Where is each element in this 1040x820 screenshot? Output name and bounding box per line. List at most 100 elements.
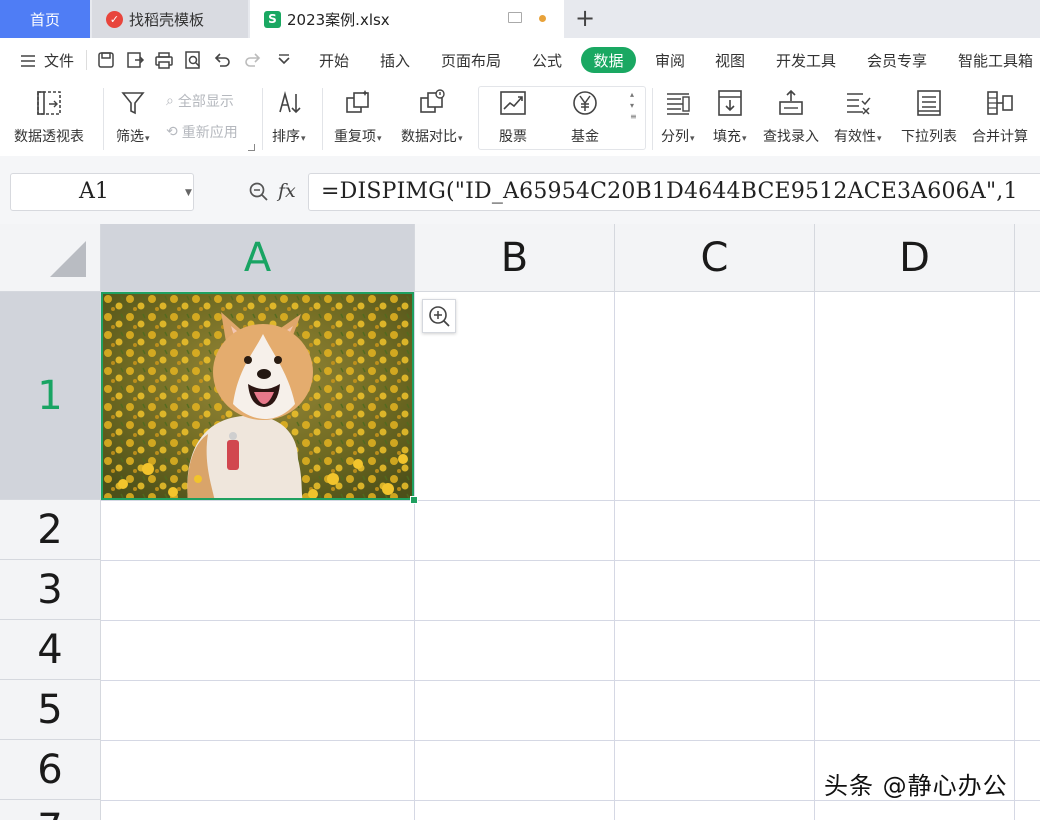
tab-home[interactable]: 首页 (0, 0, 90, 38)
menu-home[interactable]: 开始 (319, 50, 349, 71)
divider (86, 50, 87, 70)
print-preview-icon[interactable] (183, 50, 203, 70)
tab-workbook[interactable]: S 2023案例.xlsx (250, 0, 564, 38)
lookup-entry-label: 查找录入 (763, 129, 819, 145)
column-header-d[interactable]: D (815, 224, 1015, 292)
validity-button[interactable]: 有效性▾ (834, 88, 882, 146)
duplicates-label: 重复项▾ (334, 129, 382, 145)
pivot-table-icon (37, 91, 61, 115)
menu-insert[interactable]: 插入 (380, 50, 410, 71)
undo-icon[interactable] (212, 50, 232, 70)
dropdown-list-icon (917, 90, 941, 116)
select-all-icon (50, 241, 86, 277)
sort-button[interactable]: 排序▾ (272, 88, 306, 146)
sort-icon (278, 91, 301, 114)
filter-label: 筛选▾ (116, 129, 150, 145)
stock-button[interactable]: 股票 (498, 88, 528, 146)
unsaved-dot-icon (539, 15, 546, 22)
pivot-table-button[interactable]: 数据透视表 (14, 88, 84, 146)
cell-a1-image[interactable] (101, 292, 414, 500)
merge-calc-button[interactable]: 合并计算 (972, 88, 1028, 146)
menu-bar: 文件 开始 插入 页面布局 公式 审阅 视图 开发工具 会员专享 智能工具箱 (0, 38, 1040, 82)
print-icon[interactable] (154, 50, 174, 70)
menu-review[interactable]: 审阅 (655, 50, 685, 71)
select-all-corner[interactable] (0, 224, 101, 292)
fill-handle[interactable] (410, 496, 418, 504)
gridline (101, 500, 1040, 501)
gallery-scroll-icons[interactable]: ▴ ▾ ≡ (630, 89, 637, 122)
formula-text: =DISPIMG("ID_A65954C20B1D4644BCE9512ACE3… (321, 179, 1018, 204)
dialog-launcher-icon[interactable] (248, 144, 255, 151)
yen-coin-icon (573, 91, 597, 115)
row-header-7[interactable]: 7 (0, 800, 101, 820)
new-tab-button[interactable]: + (575, 4, 595, 32)
duplicates-button[interactable]: 重复项▾ (334, 88, 382, 146)
tab-template-label: 找稻壳模板 (129, 10, 205, 29)
chevron-down-icon[interactable]: ▼ (185, 188, 192, 198)
ribbon: 数据透视表 筛选▾ ⌕ 全部显示 ⟲ 重新应用 排序▾ 重复项▾ 数据对比▾ 股… (0, 82, 1040, 156)
tab-home-label: 首页 (29, 10, 60, 29)
customize-toolbar-icon[interactable] (274, 50, 294, 70)
fx-icon[interactable]: fx (278, 180, 296, 202)
fill-label: 填充▾ (713, 129, 747, 145)
row-header-5[interactable]: 5 (0, 680, 101, 740)
divider (262, 88, 263, 150)
zoom-in-icon (429, 306, 450, 327)
name-box[interactable]: A1 ▼ (10, 173, 194, 211)
gridline (101, 740, 1040, 741)
menu-member[interactable]: 会员专享 (867, 50, 927, 71)
row-header-2[interactable]: 2 (0, 500, 101, 560)
menu-file[interactable]: 文件 (20, 50, 74, 71)
corgi-photo (103, 294, 412, 498)
fund-button[interactable]: 基金 (570, 88, 600, 146)
hamburger-icon (21, 54, 35, 67)
menu-data-label: 数据 (593, 52, 624, 70)
menu-view[interactable]: 视图 (715, 50, 745, 71)
zoom-icon[interactable] (248, 181, 270, 203)
split-column-button[interactable]: 分列▾ (661, 88, 695, 146)
column-header-e[interactable] (1015, 224, 1040, 292)
row-header-4[interactable]: 4 (0, 620, 101, 680)
save-icon[interactable] (96, 50, 116, 70)
fill-button[interactable]: 填充▾ (713, 88, 747, 146)
merge-calc-label: 合并计算 (972, 129, 1028, 145)
column-header-a[interactable]: A (101, 224, 415, 292)
dropdown-list-button[interactable]: 下拉列表 (901, 88, 957, 146)
spreadsheet-grid[interactable]: A B C D 1 2 3 4 5 6 7 (0, 224, 1040, 820)
filter-button[interactable]: 筛选▾ (116, 88, 150, 146)
column-header-b[interactable]: B (415, 224, 615, 292)
compare-button[interactable]: 数据对比▾ (401, 88, 463, 146)
menu-smart-toolbox[interactable]: 智能工具箱 (958, 50, 1033, 71)
lookup-entry-button[interactable]: 查找录入 (763, 88, 819, 146)
show-all-label: 全部显示 (177, 94, 234, 110)
monitor-icon[interactable] (508, 12, 522, 23)
fund-label: 基金 (571, 129, 599, 145)
validity-icon (846, 93, 871, 115)
formula-input[interactable]: =DISPIMG("ID_A65954C20B1D4644BCE9512ACE3… (308, 173, 1040, 211)
row-header-3[interactable]: 3 (0, 560, 101, 620)
export-pdf-icon[interactable] (125, 50, 145, 70)
redo-icon[interactable] (243, 50, 263, 70)
tab-template[interactable]: ✓ 找稻壳模板 (92, 0, 248, 38)
name-box-value: A1 (79, 179, 109, 204)
menu-page-layout[interactable]: 页面布局 (441, 50, 501, 71)
row-header-1[interactable]: 1 (0, 292, 101, 500)
column-header-c[interactable]: C (615, 224, 815, 292)
fill-down-icon (717, 90, 742, 116)
menu-developer[interactable]: 开发工具 (776, 50, 836, 71)
split-column-label: 分列▾ (661, 129, 695, 145)
show-all-button[interactable]: ⌕ 全部显示 (166, 91, 234, 111)
lookup-entry-icon (779, 89, 803, 115)
row-header-6[interactable]: 6 (0, 740, 101, 800)
menu-formulas[interactable]: 公式 (532, 50, 562, 71)
spreadsheet-logo-icon: S (264, 10, 281, 28)
reapply-button[interactable]: ⟲ 重新应用 (166, 122, 238, 142)
dropdown-list-label: 下拉列表 (901, 129, 957, 145)
watermark: 头条 @静心办公 (824, 772, 1008, 800)
image-zoom-button[interactable] (422, 299, 456, 333)
docer-logo-icon: ✓ (106, 10, 123, 28)
gridline (101, 560, 1040, 561)
filter-icon (121, 92, 145, 115)
merge-calc-icon (987, 91, 1013, 115)
menu-data[interactable]: 数据 (581, 47, 636, 73)
